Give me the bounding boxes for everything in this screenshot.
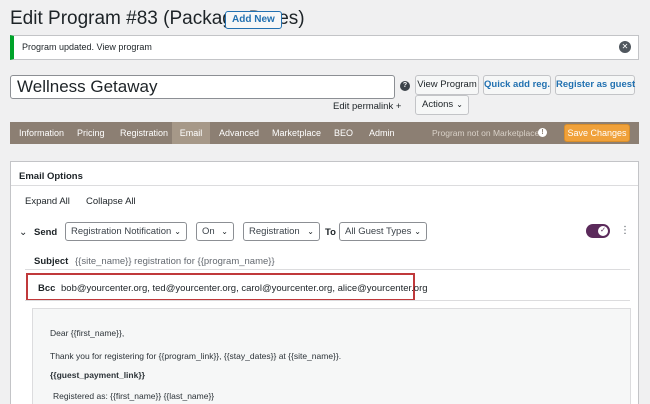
email-type-value: Registration Notification [71,226,172,237]
program-title-input[interactable] [10,75,395,99]
actions-dropdown[interactable]: Actions ⌄ [415,95,469,115]
chevron-down-icon: ⌄ [414,227,421,236]
bcc-label: Bcc [38,283,56,294]
email-options-panel: Email Options Expand All Collapse All ⌄ … [10,161,639,404]
guest-type-select[interactable]: All Guest Types ⌄ [339,222,427,241]
expand-all-link[interactable]: Expand All [25,196,70,207]
timing-value: On [202,226,215,237]
edit-permalink-link[interactable]: Edit permalink + [333,101,401,112]
close-icon[interactable]: ✕ [619,41,631,53]
divider [25,300,630,301]
tab-registration[interactable]: Registration [120,122,168,144]
tab-admin[interactable]: Admin [369,122,395,144]
tab-pricing[interactable]: Pricing [77,122,105,144]
subject-label: Subject [34,256,69,267]
trigger-select[interactable]: Registration ⌄ [243,222,320,241]
chevron-down-icon: ⌄ [456,100,463,109]
email-body-editor[interactable]: Dear {{first_name}}, Thank you for regis… [32,308,631,404]
notice-text[interactable]: Program updated. View program [22,42,152,52]
tab-beo[interactable]: BEO [334,122,353,144]
marketplace-status: Program not on Marketplace [432,128,540,138]
actions-label: Actions [422,99,454,110]
subject-field[interactable]: {{site_name}} registration for {{program… [75,256,275,267]
tab-marketplace[interactable]: Marketplace [272,122,321,144]
divider [25,269,630,270]
tab-advanced[interactable]: Advanced [219,122,259,144]
email-type-select[interactable]: Registration Notification ⌄ [65,222,187,241]
more-options-icon[interactable]: ⋮ [620,225,630,236]
tab-information[interactable]: Information [19,122,64,144]
panel-title: Email Options [19,171,83,182]
chevron-down-icon[interactable]: ⌄ [19,227,27,238]
guest-type-value: All Guest Types [345,226,412,237]
help-icon[interactable]: ? [400,81,410,91]
tab-email[interactable]: Email [172,122,210,144]
chevron-down-icon: ⌄ [307,227,314,236]
program-tab-bar: Information Pricing Registration Email A… [10,122,639,144]
body-registered-as: Registered as: {{first_name}} {{last_nam… [53,391,215,401]
add-new-button[interactable]: Add New [225,11,282,29]
bcc-highlight-box: Bcc bob@yourcenter.org, ted@yourcenter.o… [26,273,428,301]
timing-select[interactable]: On ⌄ [196,222,234,241]
save-changes-button[interactable]: Save Changes [564,124,630,142]
info-icon[interactable]: ! [538,128,547,137]
update-notice: Program updated. View program ✕ [10,35,639,60]
chevron-down-icon: ⌄ [221,227,228,236]
trigger-value: Registration [249,226,300,237]
to-label: To [325,227,336,238]
view-program-button[interactable]: View Program [415,75,479,95]
divider [11,185,638,186]
register-as-guest-button[interactable]: Register as guest [555,75,635,95]
check-icon: ✓ [598,226,608,236]
body-thanks: Thank you for registering for {{program_… [50,351,342,361]
collapse-all-link[interactable]: Collapse All [86,196,136,207]
quick-add-registration-button[interactable]: Quick add reg. [483,75,551,95]
body-greeting: Dear {{first_name}}, [50,328,125,338]
body-payment-link: {{guest_payment_link}} [50,370,145,380]
chevron-down-icon: ⌄ [174,227,181,236]
bcc-field[interactable]: bob@yourcenter.org, ted@yourcenter.org, … [61,283,428,294]
send-label: Send [34,227,58,238]
email-enabled-toggle[interactable]: ✓ [586,224,610,238]
